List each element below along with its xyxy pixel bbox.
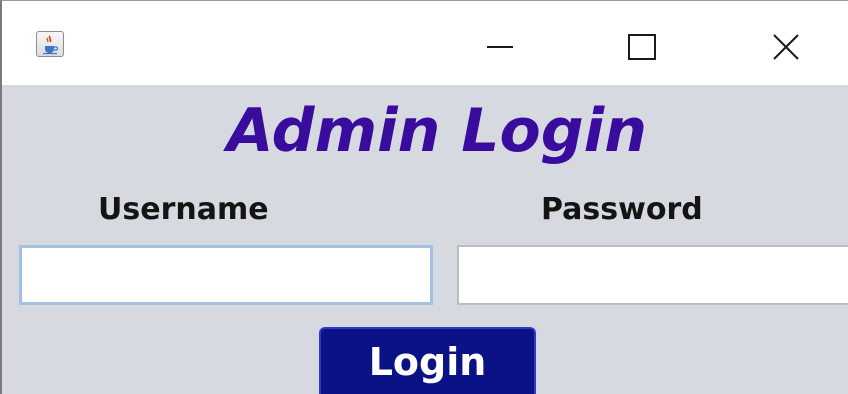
close-icon — [773, 34, 799, 60]
login-button[interactable]: Login — [319, 327, 536, 394]
login-panel: Admin Login Username Password Login — [2, 85, 848, 394]
username-field[interactable] — [19, 245, 433, 305]
app-window: Admin Login Username Password Login — [0, 0, 848, 394]
page-title: Admin Login — [227, 96, 647, 166]
username-label: Username — [98, 192, 269, 227]
minimize-button[interactable] — [472, 23, 528, 71]
password-label: Password — [541, 192, 703, 227]
maximize-icon — [628, 34, 656, 60]
minimize-icon — [487, 46, 513, 48]
password-field[interactable] — [457, 245, 848, 305]
java-cup-icon[interactable] — [36, 31, 64, 57]
close-button[interactable] — [758, 23, 814, 71]
title-bar[interactable] — [2, 1, 848, 85]
maximize-button[interactable] — [614, 23, 670, 71]
